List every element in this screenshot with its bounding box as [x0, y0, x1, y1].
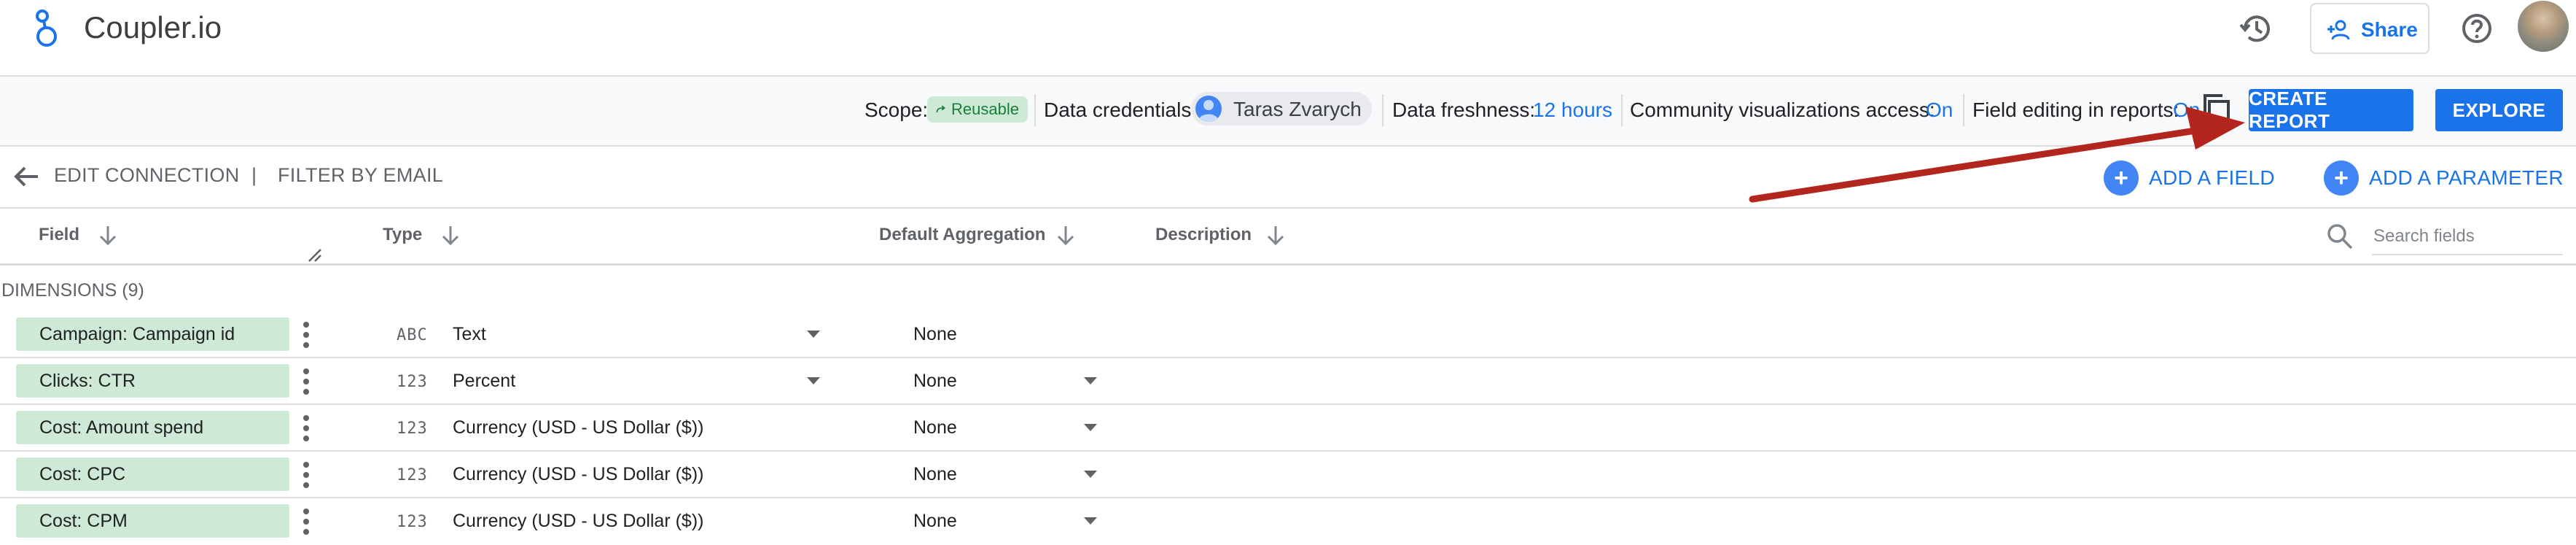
- column-resize-icon[interactable]: [306, 247, 322, 263]
- explore-button[interactable]: EXPLORE: [2435, 89, 2563, 131]
- column-description[interactable]: Description: [1155, 225, 1252, 245]
- scope-chip-label: Reusable: [951, 100, 1019, 118]
- field-editing-value-link[interactable]: On: [2173, 98, 2200, 122]
- type-select[interactable]: Text: [453, 324, 486, 345]
- more-vert-icon[interactable]: [303, 320, 310, 349]
- user-avatar[interactable]: [2518, 1, 2569, 52]
- aggregation-select[interactable]: None: [913, 511, 957, 532]
- more-vert-icon[interactable]: [303, 367, 310, 396]
- more-vert-icon[interactable]: [303, 414, 310, 443]
- chevron-down-icon[interactable]: [807, 377, 820, 384]
- chevron-down-icon[interactable]: [1084, 424, 1097, 431]
- credentials-label: Data credentials:: [1044, 98, 1198, 121]
- search-fields-input[interactable]: [2372, 219, 2563, 255]
- app-header: Coupler.io Share: [0, 0, 2576, 77]
- chevron-down-icon[interactable]: [1084, 471, 1097, 478]
- add-field-button[interactable]: + ADD A FIELD: [2104, 159, 2275, 197]
- aggregation-value: None: [913, 324, 957, 344]
- table-row: Cost: CPC 123 Currency (USD - US Dollar …: [0, 452, 2576, 498]
- table-row: Campaign: Campaign id ABC Text None: [0, 312, 2576, 358]
- share-arrow-icon: [936, 105, 945, 113]
- type-select[interactable]: Percent: [453, 371, 515, 392]
- add-parameter-label: ADD A PARAMETER: [2369, 166, 2564, 189]
- number-type-icon: 123: [397, 420, 428, 438]
- number-type-icon: 123: [397, 513, 428, 531]
- app-title: Coupler.io: [84, 10, 222, 45]
- freshness-label: Data freshness:: [1392, 98, 1536, 121]
- column-field[interactable]: Field: [39, 225, 79, 245]
- help-icon[interactable]: [2459, 10, 2495, 47]
- share-button[interactable]: Share: [2310, 3, 2429, 54]
- more-vert-icon[interactable]: [303, 460, 310, 490]
- number-type-icon: 123: [397, 466, 428, 484]
- type-select[interactable]: Currency (USD - US Dollar ($)): [453, 464, 703, 485]
- field-name-chip[interactable]: Campaign: Campaign id: [16, 317, 289, 351]
- edit-connection-link[interactable]: EDIT CONNECTION: [54, 164, 240, 187]
- divider: [1621, 94, 1623, 126]
- sort-arrow-down-icon[interactable]: [440, 223, 461, 247]
- chevron-down-icon[interactable]: [1084, 517, 1097, 525]
- scope-label: Scope:: [864, 98, 929, 121]
- nav-separator: |: [251, 164, 257, 186]
- community-label: Community visualizations access:: [1630, 98, 1935, 121]
- history-icon[interactable]: [2238, 10, 2274, 47]
- sort-arrow-down-icon[interactable]: [1265, 223, 1286, 247]
- sort-arrow-down-icon[interactable]: [98, 223, 118, 247]
- aggregation-select[interactable]: None: [913, 371, 957, 392]
- community-value-link[interactable]: On: [1926, 98, 1953, 122]
- dimensions-section-header: DIMENSIONS (9): [1, 280, 144, 301]
- aggregation-select[interactable]: None: [913, 464, 957, 485]
- field-name-chip[interactable]: Cost: CPM: [16, 504, 289, 538]
- create-report-button[interactable]: CREATE REPORT: [2249, 88, 2413, 132]
- add-person-icon: [2327, 20, 2350, 40]
- text-type-icon: ABC: [397, 326, 428, 344]
- field-name-chip[interactable]: Clicks: CTR: [16, 364, 289, 398]
- column-type[interactable]: Type: [383, 225, 422, 245]
- plus-icon: +: [2324, 161, 2359, 196]
- divider: [1034, 94, 1036, 126]
- coupler-logo-icon: [36, 9, 57, 47]
- divider: [1382, 94, 1383, 126]
- freshness-value-link[interactable]: 12 hours: [1533, 98, 1612, 122]
- field-name-chip[interactable]: Cost: CPC: [16, 457, 289, 491]
- type-select[interactable]: Currency (USD - US Dollar ($)): [453, 511, 703, 532]
- table-row: Cost: Amount spend 123 Currency (USD - U…: [0, 405, 2576, 452]
- copy-icon[interactable]: [2201, 93, 2233, 129]
- add-field-label: ADD A FIELD: [2149, 166, 2275, 189]
- chevron-down-icon[interactable]: [807, 331, 820, 338]
- column-default-aggregation[interactable]: Default Aggregation: [879, 225, 1045, 245]
- number-type-icon: 123: [397, 373, 428, 391]
- person-icon: [1195, 96, 1222, 122]
- back-arrow-icon[interactable]: [12, 162, 41, 191]
- scope-reusable-chip: Reusable: [927, 96, 1028, 123]
- field-editing-label: Field editing in reports:: [1972, 98, 2179, 121]
- credentials-user: Taras Zvarych: [1233, 98, 1362, 120]
- chevron-down-icon[interactable]: [1084, 377, 1097, 384]
- field-name-chip[interactable]: Cost: Amount spend: [16, 411, 289, 444]
- plus-icon: +: [2104, 161, 2139, 196]
- table-row: Clicks: CTR 123 Percent None: [0, 358, 2576, 405]
- data-source-toolbar: Scope: Reusable Data credentials: Taras …: [0, 77, 2576, 147]
- credentials-chip[interactable]: Taras Zvarych: [1191, 92, 1372, 125]
- search-icon: [2327, 224, 2353, 250]
- divider: [1963, 94, 1964, 126]
- column-header-row: Field Type Default Aggregation Descripti…: [0, 207, 2576, 266]
- table-row: Cost: CPM 123 Currency (USD - US Dollar …: [0, 498, 2576, 545]
- filter-by-email-link[interactable]: FILTER BY EMAIL: [278, 164, 443, 187]
- add-parameter-button[interactable]: + ADD A PARAMETER: [2324, 159, 2564, 197]
- share-label: Share: [2361, 18, 2418, 41]
- type-select[interactable]: Currency (USD - US Dollar ($)): [453, 417, 703, 438]
- more-vert-icon[interactable]: [303, 507, 310, 536]
- aggregation-select[interactable]: None: [913, 417, 957, 438]
- sort-arrow-down-icon[interactable]: [1055, 223, 1076, 247]
